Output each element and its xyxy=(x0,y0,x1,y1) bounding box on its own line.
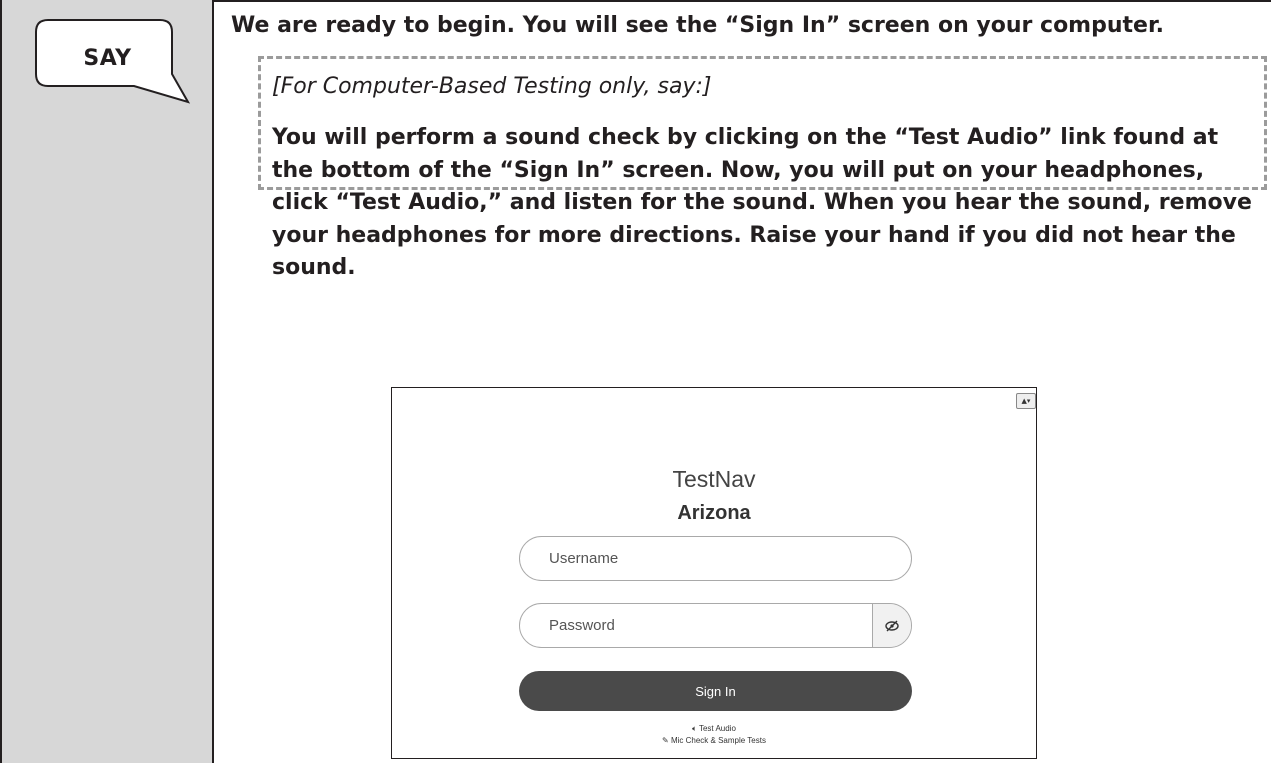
password-placeholder: Password xyxy=(549,617,615,634)
mic-check-label: Mic Check & Sample Tests xyxy=(670,736,766,745)
username-field[interactable]: Username xyxy=(519,536,912,581)
password-field[interactable]: Password xyxy=(519,603,912,648)
test-audio-label: Test Audio xyxy=(698,724,736,733)
speaker-icon: 🔈︎ xyxy=(692,724,697,733)
say-sidebar xyxy=(0,0,214,763)
username-placeholder: Username xyxy=(549,550,619,567)
state-name: Arizona xyxy=(677,502,751,524)
sign-in-label: Sign In xyxy=(695,683,736,699)
intro-text: We are ready to begin. You will see the … xyxy=(231,13,1165,38)
pencil-icon: ✎ xyxy=(662,736,669,745)
user-menu-icon[interactable]: ▲▾ xyxy=(1016,393,1036,409)
say-label: SAY xyxy=(83,45,132,71)
eye-slash-icon[interactable] xyxy=(872,604,911,647)
sign-in-button[interactable]: Sign In xyxy=(519,671,912,711)
test-audio-link[interactable]: 🔈︎ Test Audio xyxy=(391,724,1037,734)
cbt-note: [For Computer-Based Testing only, say:] xyxy=(272,74,712,99)
sound-check-instructions: You will perform a sound check by clicki… xyxy=(272,125,1252,280)
mic-check-link[interactable]: ✎ Mic Check & Sample Tests xyxy=(391,736,1037,745)
testnav-brand: TestNav xyxy=(672,466,756,492)
